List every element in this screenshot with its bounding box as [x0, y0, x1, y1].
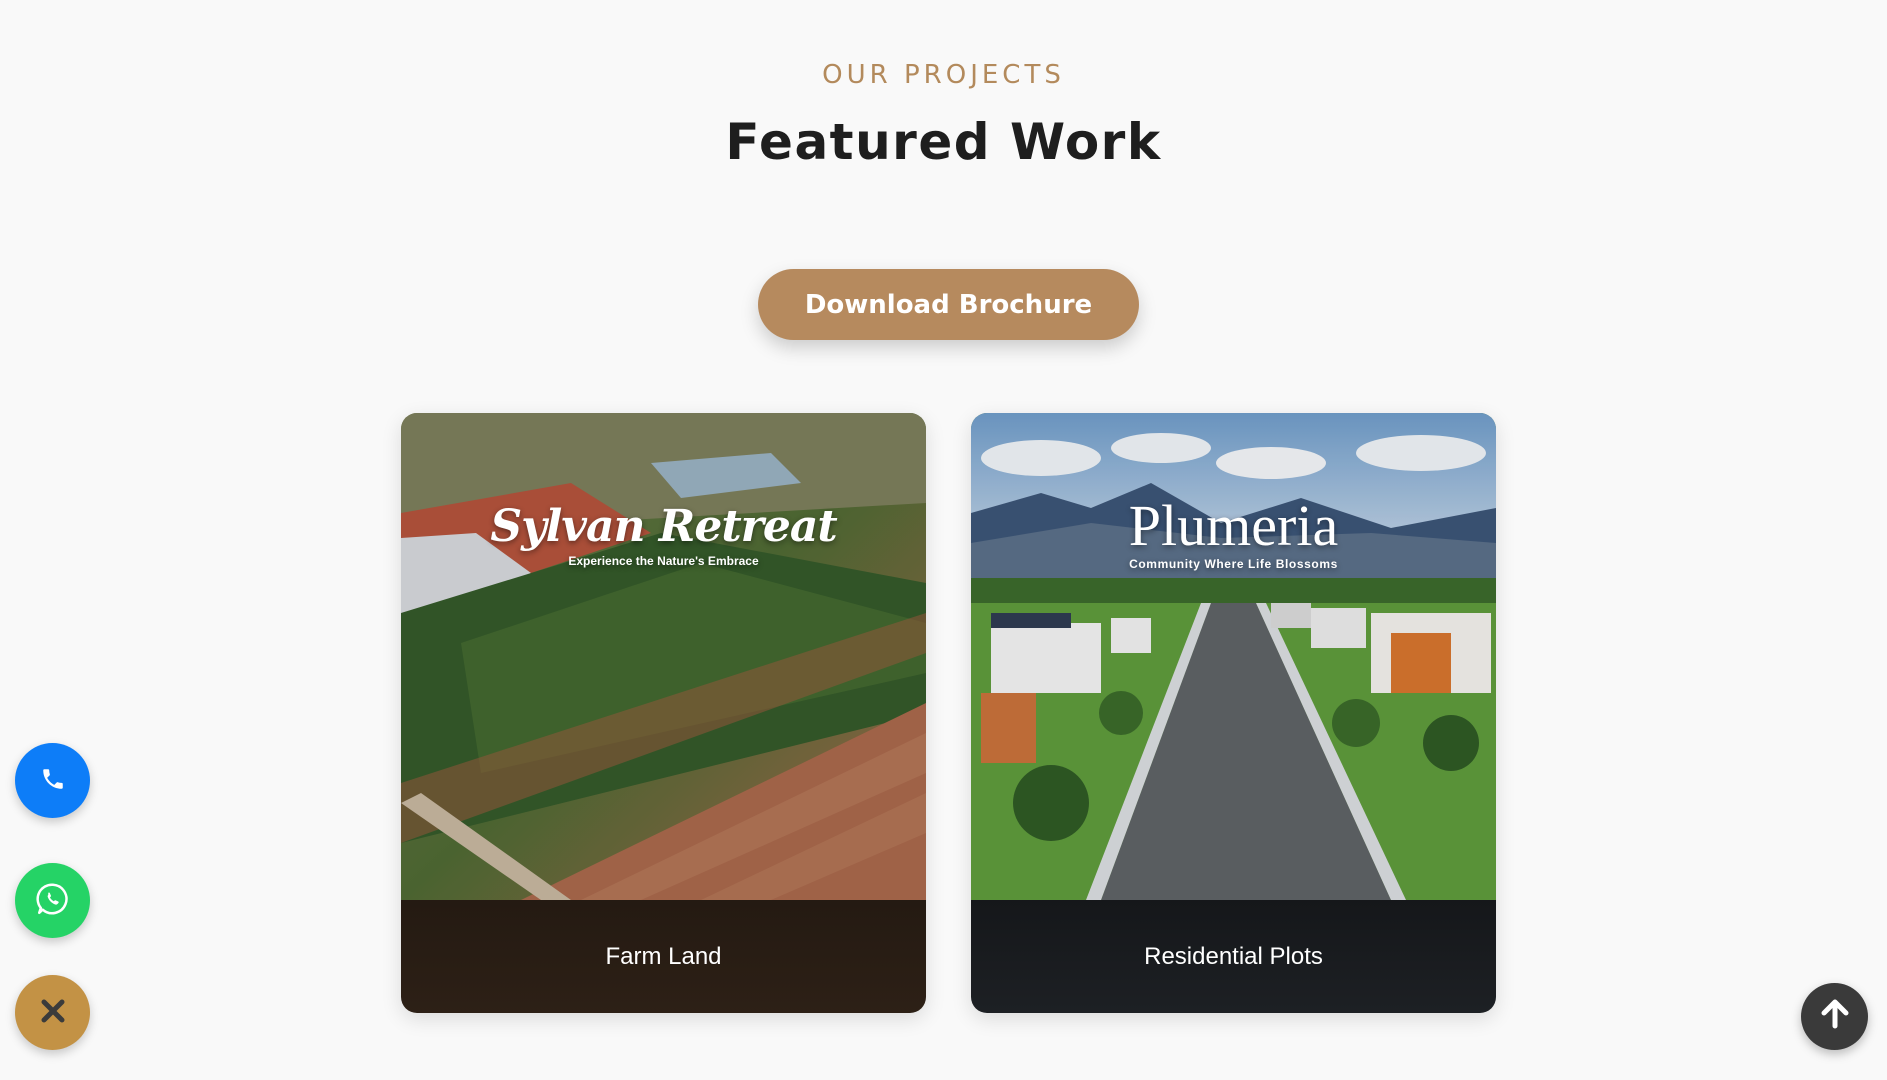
- whatsapp-button[interactable]: [15, 863, 90, 938]
- project-image-residential: Plumeria Community Where Life Blossoms: [971, 413, 1496, 900]
- whatsapp-icon: [34, 880, 72, 921]
- download-brochure-button[interactable]: Download Brochure: [758, 269, 1139, 340]
- project-logo-name: Plumeria: [1128, 493, 1339, 558]
- project-caption: Residential Plots: [971, 900, 1496, 1013]
- call-button[interactable]: [15, 743, 90, 818]
- page: OUR PROJECTS Featured Work Download Broc…: [0, 0, 1887, 1080]
- section-eyebrow: OUR PROJECTS: [822, 60, 1065, 90]
- project-image-farm: Sylvan Retreat Experience the Nature's E…: [401, 413, 926, 900]
- section-title: Featured Work: [725, 113, 1162, 171]
- close-icon: [38, 996, 68, 1029]
- scroll-to-top-button[interactable]: [1801, 983, 1868, 1050]
- project-caption: Farm Land: [401, 900, 926, 1013]
- project-logo-tagline: Community Where Life Blossoms: [1129, 557, 1338, 571]
- project-card-plumeria[interactable]: Plumeria Community Where Life Blossoms R…: [971, 413, 1496, 1013]
- phone-icon: [40, 766, 66, 795]
- close-floating-menu-button[interactable]: [15, 975, 90, 1050]
- project-logo-tagline: Experience the Nature's Embrace: [568, 554, 759, 568]
- plumeria-logo: Plumeria Community Where Life Blossoms: [971, 493, 1496, 572]
- arrow-up-icon: [1817, 996, 1853, 1037]
- sylvan-retreat-logo: Sylvan Retreat Experience the Nature's E…: [401, 501, 926, 568]
- project-card-sylvan-retreat[interactable]: Sylvan Retreat Experience the Nature's E…: [401, 413, 926, 1013]
- project-logo-name: Sylvan Retreat: [490, 501, 837, 552]
